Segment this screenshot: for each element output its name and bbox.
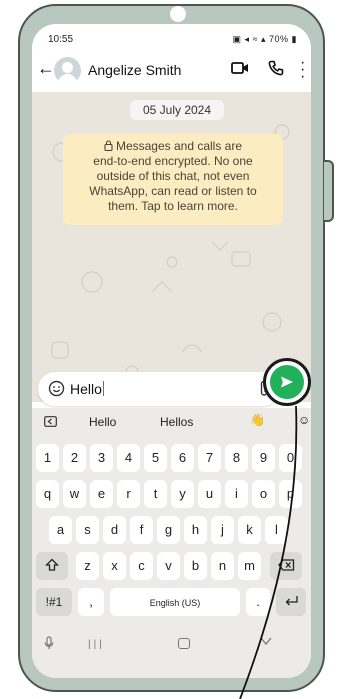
- key-a[interactable]: a: [49, 516, 72, 544]
- phone-side-button: [324, 160, 334, 222]
- send-button-highlight: [263, 358, 311, 406]
- call-icon[interactable]: [268, 60, 284, 76]
- key-6[interactable]: 6: [171, 444, 194, 472]
- key-g[interactable]: g: [157, 516, 180, 544]
- key-m[interactable]: m: [238, 552, 261, 580]
- avatar[interactable]: [54, 57, 81, 84]
- key-d[interactable]: d: [103, 516, 126, 544]
- message-text[interactable]: Hello: [70, 381, 104, 397]
- emoji-icon[interactable]: [48, 380, 65, 397]
- suggestion-2[interactable]: Hellos: [160, 415, 193, 429]
- key-z[interactable]: z: [76, 552, 99, 580]
- key-7[interactable]: 7: [198, 444, 221, 472]
- key-0[interactable]: 0: [279, 444, 302, 472]
- key-r[interactable]: r: [117, 480, 140, 508]
- key-b[interactable]: b: [184, 552, 207, 580]
- enter-icon: [285, 596, 298, 606]
- key-u[interactable]: u: [198, 480, 221, 508]
- key-j[interactable]: j: [211, 516, 234, 544]
- encryption-line: end-to-end encrypted. No one: [93, 154, 253, 168]
- encryption-line: them. Tap to learn more.: [108, 199, 238, 213]
- key-i[interactable]: i: [225, 480, 248, 508]
- key-p[interactable]: p: [279, 480, 302, 508]
- key-y[interactable]: y: [171, 480, 194, 508]
- key-v[interactable]: v: [157, 552, 180, 580]
- chat-header: ← Angelize Smith · · ·: [32, 52, 311, 92]
- key-3[interactable]: 3: [90, 444, 113, 472]
- mic-icon[interactable]: [44, 636, 54, 650]
- shift-key[interactable]: [36, 552, 68, 580]
- suggestion-bar: Hello Hellos 👋 ☺: [32, 408, 311, 436]
- send-icon: [281, 376, 293, 388]
- key-1[interactable]: 1: [36, 444, 59, 472]
- lock-icon: [104, 140, 113, 151]
- shift-icon: [44, 558, 60, 571]
- key-h[interactable]: h: [184, 516, 207, 544]
- encryption-line: WhatsApp, can read or listen to: [89, 184, 257, 198]
- status-time: 10:55: [48, 34, 74, 45]
- key-9[interactable]: 9: [252, 444, 275, 472]
- text-caret: [102, 381, 104, 396]
- period-key[interactable]: .: [246, 588, 270, 616]
- suggestion-1[interactable]: Hello: [89, 415, 116, 429]
- camera-hole: [170, 6, 186, 22]
- key-k[interactable]: k: [238, 516, 261, 544]
- enter-key[interactable]: [276, 588, 306, 616]
- status-bar: 10:55 ▣ ◂ ≈ ▴ 70% ▮: [32, 24, 311, 48]
- key-s[interactable]: s: [76, 516, 99, 544]
- message-input[interactable]: Hello: [38, 372, 280, 406]
- key-l[interactable]: l: [265, 516, 288, 544]
- more-icon[interactable]: · · ·: [300, 55, 305, 85]
- sticker-icon[interactable]: ☺: [298, 413, 310, 427]
- backspace-key[interactable]: [270, 552, 302, 580]
- key-c[interactable]: c: [130, 552, 153, 580]
- key-q[interactable]: q: [36, 480, 59, 508]
- battery-level: 70%: [269, 34, 289, 44]
- space-key[interactable]: English (US): [110, 588, 240, 616]
- key-n[interactable]: n: [211, 552, 234, 580]
- encryption-line: outside of this chat, not even: [96, 169, 250, 183]
- key-2[interactable]: 2: [63, 444, 86, 472]
- chat-area: 05 July 2024 Messages and calls are end-…: [32, 92, 311, 402]
- phone-screen: 10:55 ▣ ◂ ≈ ▴ 70% ▮ ← Angelize Smith · · ·…: [32, 24, 311, 678]
- nav-back-icon[interactable]: [260, 636, 272, 646]
- send-button[interactable]: [270, 365, 304, 399]
- encryption-notice[interactable]: Messages and calls are end-to-end encryp…: [63, 134, 283, 225]
- key-5[interactable]: 5: [144, 444, 167, 472]
- key-w[interactable]: w: [63, 480, 86, 508]
- keyboard: Hello Hellos 👋 ☺ 1 2 3 4 5 6 7 8 9 0 q w…: [32, 408, 311, 678]
- key-f[interactable]: f: [130, 516, 153, 544]
- contact-name[interactable]: Angelize Smith: [88, 62, 181, 78]
- backspace-icon: [277, 559, 294, 571]
- system-nav-bar: |||: [32, 626, 311, 662]
- date-separator: 05 July 2024: [130, 100, 224, 120]
- symbols-key[interactable]: !#1: [36, 588, 72, 616]
- recent-apps-icon[interactable]: |||: [88, 639, 105, 650]
- keyboard-toolbar-icon[interactable]: [44, 416, 57, 427]
- encryption-line: Messages and calls are: [67, 139, 279, 154]
- key-e[interactable]: e: [90, 480, 113, 508]
- back-icon[interactable]: ←: [37, 58, 55, 79]
- key-8[interactable]: 8: [225, 444, 248, 472]
- suggestion-emoji[interactable]: 👋: [250, 413, 265, 427]
- key-x[interactable]: x: [103, 552, 126, 580]
- key-4[interactable]: 4: [117, 444, 140, 472]
- video-icon[interactable]: [231, 61, 249, 75]
- status-icons: ▣ ◂ ≈ ▴ 70% ▮: [232, 34, 297, 44]
- home-icon[interactable]: [178, 638, 190, 649]
- key-o[interactable]: o: [252, 480, 275, 508]
- key-t[interactable]: t: [144, 480, 167, 508]
- comma-key[interactable]: ,: [78, 588, 104, 616]
